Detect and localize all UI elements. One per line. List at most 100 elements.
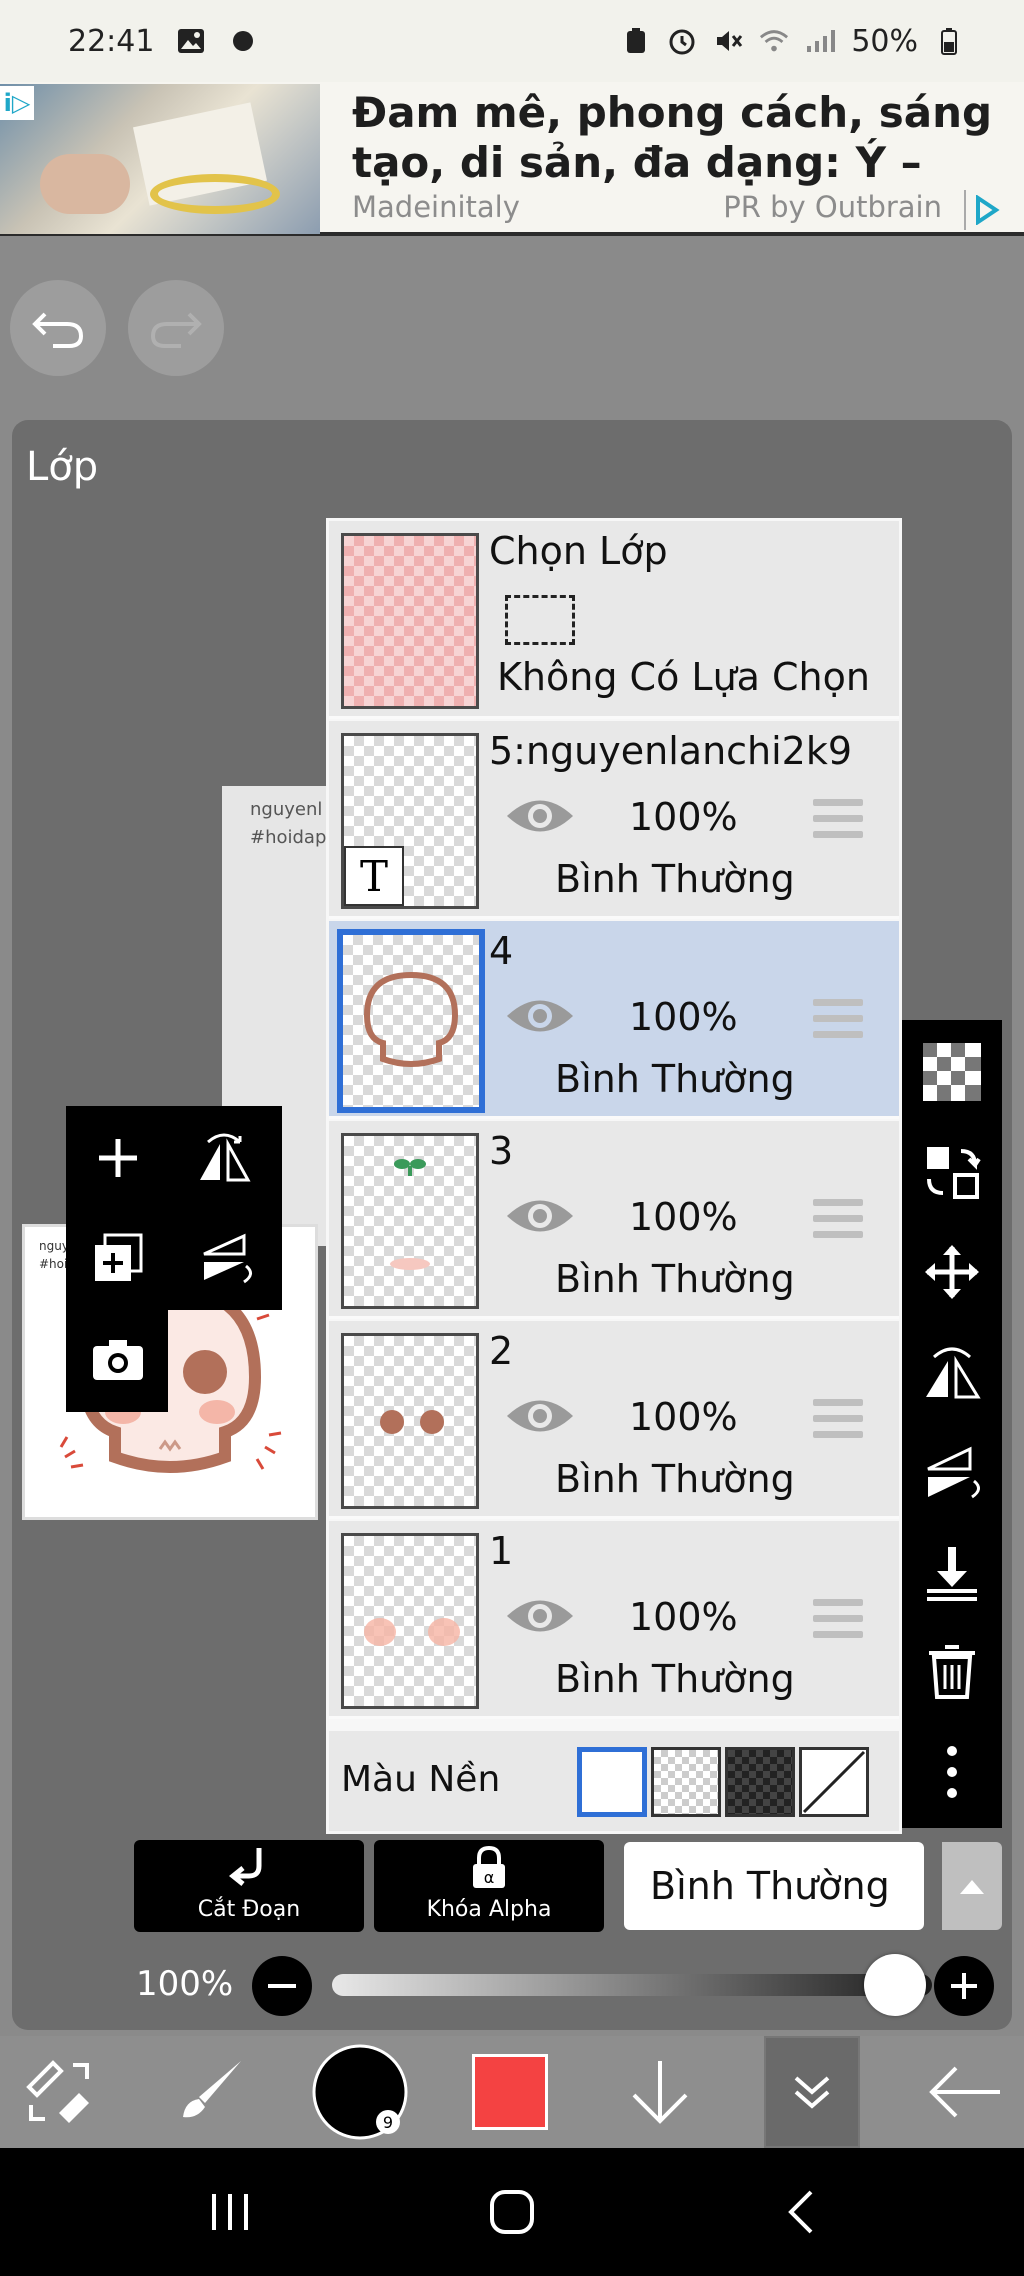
ad-banner[interactable]: i▷ Đam mê, phong cách, sáng tạo, di sản,…: [0, 82, 1024, 236]
add-layer-button[interactable]: [68, 1108, 168, 1208]
duplicate-layer-button[interactable]: [68, 1208, 168, 1308]
canvas-text: nguyenl #hoidap: [250, 799, 327, 848]
move-icon: [925, 1245, 979, 1299]
double-chevron-down-icon: [794, 2076, 830, 2109]
text-layer-icon: T: [344, 846, 404, 906]
merge-down-button[interactable]: [902, 1524, 1002, 1620]
selection-value: Không Có Lựa Chọn: [497, 655, 870, 699]
recent-apps-icon: [212, 2194, 248, 2230]
alpha-lock-label: Khóa Alpha: [426, 1897, 552, 1922]
chevron-up-icon: [960, 1880, 984, 1894]
move-down-button[interactable]: [600, 2036, 720, 2148]
ad-choices-icon[interactable]: i▷: [0, 86, 34, 120]
swap-icon: [927, 1147, 981, 1199]
brush-size-button[interactable]: 9: [300, 2036, 420, 2148]
brush-tool-button[interactable]: [150, 2036, 270, 2148]
signal-icon: [805, 26, 836, 56]
arrow-left-icon: [929, 2066, 1000, 2118]
flip-vertical-button[interactable]: [174, 1208, 274, 1308]
layer-blend-mode: Bình Thường: [555, 857, 795, 901]
blend-mode-dropdown-button[interactable]: [942, 1842, 1002, 1930]
app-toolbar: 9: [0, 2036, 1024, 2148]
swap-layer-button[interactable]: [902, 1124, 1002, 1220]
layer-opacity: 100%: [629, 995, 738, 1039]
flip-vertical-right-button[interactable]: [902, 1424, 1002, 1520]
duplicate-icon: [95, 1233, 143, 1281]
layer-blend-mode: Bình Thường: [555, 1257, 795, 1301]
bg-white-swatch[interactable]: [577, 1747, 647, 1817]
layer-name: 1: [489, 1529, 514, 1573]
opacity-increase-button[interactable]: [934, 1956, 994, 2016]
camera-button[interactable]: [68, 1310, 168, 1410]
visibility-eye-icon[interactable]: [505, 791, 575, 841]
delete-layer-button[interactable]: [902, 1624, 1002, 1720]
bg-dark-checker-swatch[interactable]: [725, 1747, 795, 1817]
redo-button[interactable]: [128, 280, 224, 376]
alarm-icon: [667, 26, 697, 56]
layer-name: 5:nguyenlanchi2k9: [489, 729, 853, 773]
status-bar: 22:41 50%: [0, 0, 1024, 82]
ad-sponsor[interactable]: PR by Outbrain: [723, 190, 942, 224]
layer-blend-mode: Bình Thường: [555, 1657, 795, 1701]
drag-handle-icon[interactable]: [813, 999, 863, 1043]
layer-row-2[interactable]: 2 100% Bình Thường: [329, 1321, 899, 1519]
layers-menu-button[interactable]: [764, 2036, 860, 2148]
opacity-slider-thumb[interactable]: [864, 1954, 926, 2016]
layer-row-5[interactable]: T 5:nguyenlanchi2k9 100% Bình Thường: [329, 721, 899, 919]
selection-layer-row[interactable]: Chọn Lớp Không Có Lựa Chọn: [329, 521, 899, 719]
flip-vertical-icon: [927, 1446, 980, 1499]
visibility-eye-icon[interactable]: [505, 1391, 575, 1441]
drag-handle-icon[interactable]: [813, 1199, 863, 1243]
layer-name: 4: [489, 929, 514, 973]
alpha-lock-button[interactable]: α Khóa Alpha: [374, 1840, 604, 1932]
ad-image[interactable]: [0, 84, 320, 234]
visibility-eye-icon[interactable]: [505, 991, 575, 1041]
layer-thumbnail: T: [341, 733, 479, 909]
messenger-icon: [228, 26, 258, 56]
battery-percent: 50%: [851, 23, 918, 59]
outbrain-icon[interactable]: [964, 190, 1008, 230]
layer-blend-mode: Bình Thường: [555, 1457, 795, 1501]
undo-button[interactable]: [10, 280, 106, 376]
color-picker-button[interactable]: [450, 2036, 570, 2148]
flip-horizontal-button[interactable]: [174, 1108, 274, 1208]
drag-handle-icon[interactable]: [813, 799, 863, 843]
recent-apps-button[interactable]: [180, 2172, 280, 2252]
system-nav-bar: [0, 2148, 1024, 2276]
visibility-eye-icon[interactable]: [505, 1591, 575, 1641]
layer-opacity: 100%: [629, 795, 738, 839]
opacity-label: 100%: [136, 1964, 234, 2004]
background-color-label: Màu Nền: [341, 1759, 501, 1800]
tool-switch-button[interactable]: [0, 2036, 120, 2148]
flip-horizontal-icon: [926, 1347, 981, 1399]
system-back-button[interactable]: [750, 2172, 850, 2252]
opacity-decrease-button[interactable]: [252, 1956, 312, 2016]
blend-mode-select[interactable]: Bình Thường: [624, 1842, 924, 1930]
arrow-down-icon: [632, 2061, 688, 2124]
flip-horizontal-right-button[interactable]: [902, 1324, 1002, 1420]
trash-icon: [929, 1645, 975, 1699]
panel-title: Lớp: [26, 444, 99, 490]
drag-handle-icon[interactable]: [813, 1599, 863, 1643]
bg-none-swatch[interactable]: [799, 1747, 869, 1817]
layer-row-1[interactable]: 1 100% Bình Thường: [329, 1521, 899, 1719]
layer-thumbnail: [341, 1133, 479, 1309]
transparency-button[interactable]: [902, 1024, 1002, 1120]
layer-thumbnail: [341, 1333, 479, 1509]
layer-name: 2: [489, 1329, 514, 1373]
move-button[interactable]: [902, 1224, 1002, 1320]
background-color-row: Màu Nền: [329, 1731, 899, 1831]
home-button[interactable]: [462, 2172, 562, 2252]
visibility-eye-icon[interactable]: [505, 1191, 575, 1241]
back-button[interactable]: [904, 2036, 1024, 2148]
drag-handle-icon[interactable]: [813, 1399, 863, 1443]
layer-row-3[interactable]: 3 100% Bình Thường: [329, 1121, 899, 1319]
ad-title[interactable]: Đam mê, phong cách, sáng tạo, di sản, đa…: [352, 88, 1012, 188]
opacity-slider[interactable]: [332, 1974, 932, 1996]
bg-transparent-swatch[interactable]: [651, 1747, 721, 1817]
clipping-button[interactable]: Cắt Đoạn: [134, 1840, 364, 1932]
svg-text:9: 9: [383, 2113, 393, 2132]
layer-row-4[interactable]: 4 100% Bình Thường: [329, 921, 899, 1119]
layer-opacity: 100%: [629, 1395, 738, 1439]
more-options-button[interactable]: [902, 1724, 1002, 1820]
